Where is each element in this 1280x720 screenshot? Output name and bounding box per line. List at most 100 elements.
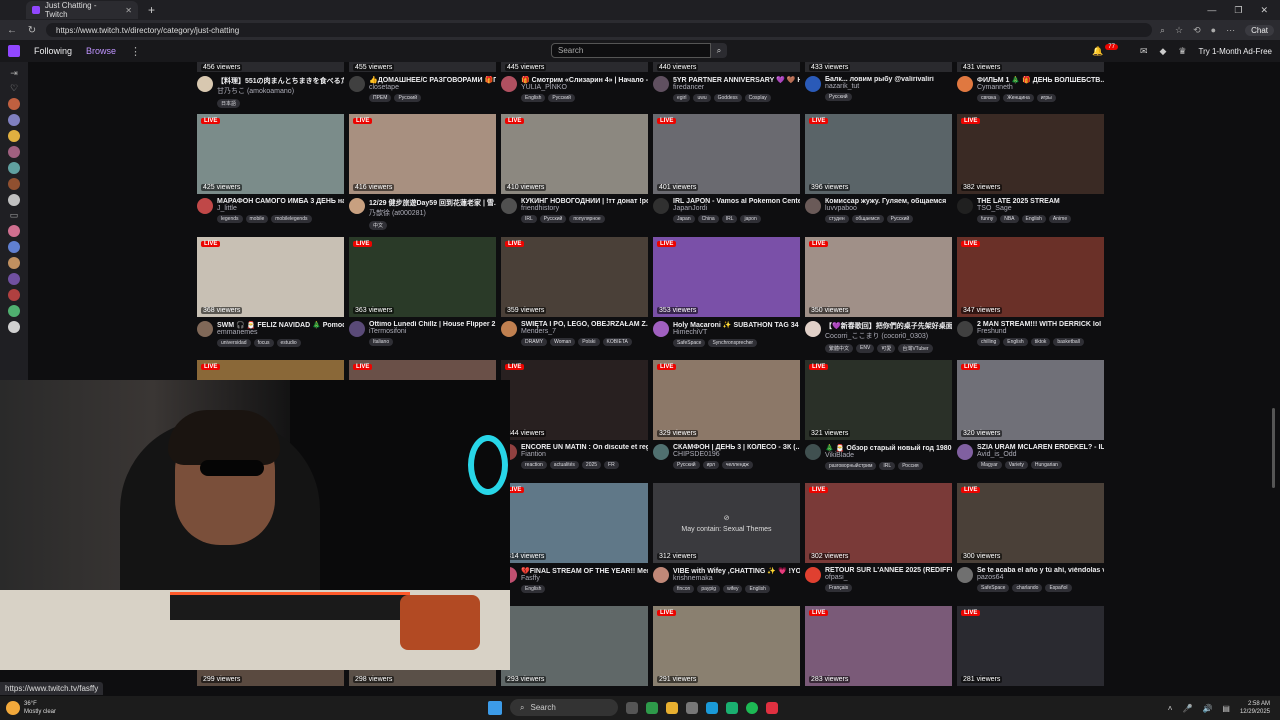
avatar[interactable] [197,321,213,337]
stream-tag[interactable]: 台灣VTuber [898,344,933,353]
channel-name[interactable]: J_little [217,205,344,212]
stream-card[interactable]: LIVE 321 viewers 🎄 🎅 Обзор старый новый го… [805,360,952,483]
avatar[interactable] [653,198,669,214]
stream-thumbnail[interactable]: LIVE 300 viewers [957,483,1104,563]
minimize-button[interactable]: — [1207,5,1216,16]
stream-tag[interactable]: IRL [521,215,537,223]
avatar[interactable]: ● [1211,25,1216,35]
channel-name[interactable]: Menders_7 [521,328,648,335]
stream-thumbnail[interactable]: LIVE 416 viewers [349,114,496,194]
stream-card[interactable]: LIVE 300 viewers Se te acaba el año y tú a… [957,483,1104,606]
stream-tag[interactable]: Hungarian [1030,461,1062,469]
channel-name[interactable]: JapanJordi [673,205,800,212]
avatar[interactable] [957,567,973,583]
channel-name[interactable]: Cymanneth [977,84,1104,91]
channel-name[interactable]: Fasffy [521,575,648,582]
network-icon[interactable]: ▤ [1222,704,1230,713]
store-icon[interactable] [686,701,698,714]
stream-tag[interactable]: 繁體中文 [825,344,854,353]
stream-card[interactable]: 431 viewers ФИЛЬМ 1 🎄 🎁 ДЕНЬ ВОЛШЕБСТВ...… [957,62,1104,114]
avatar[interactable] [957,76,973,92]
stream-thumbnail[interactable]: LIVE 401 viewers [653,114,800,194]
channel-name[interactable]: ofpasi_ [825,574,952,581]
stream-tag[interactable]: Japan [673,215,695,223]
channel-name[interactable]: iTermosifoni [369,328,496,335]
stream-tag[interactable]: English [745,585,770,593]
stream-card[interactable]: LIVE 350 viewers 【💜新春歌回】把你們的桌子先架好桌面... Coco… [805,237,952,360]
stream-thumbnail[interactable]: LIVE 291 viewers [653,606,800,686]
stream-tag[interactable]: игры [1036,94,1056,102]
tray-chevron-icon[interactable]: ˄ [1168,704,1173,713]
stream-tag[interactable]: actualités [549,461,579,469]
stream-card[interactable]: 433 viewers Балк... ловим рыбу @valirival… [805,62,952,114]
stream-title[interactable]: 【💜新春歌回】把你們的桌子先架好桌面... [825,321,952,331]
stream-thumbnail[interactable]: 445 viewers [501,62,648,72]
stream-tag[interactable]: tiktok [1030,338,1051,346]
stream-thumbnail[interactable]: LIVE 350 viewers [805,237,952,317]
whispers-icon[interactable]: ✉ [1140,46,1148,57]
stream-title[interactable]: SZIA URAM MCLAREN ÉRDEKEL? - ILE... [977,444,1104,451]
stream-title[interactable]: VIBE with Wifey ,CHATTING ✨ 💗 !YO... [673,567,800,575]
stream-thumbnail[interactable]: 433 viewers [805,62,952,72]
browse-link[interactable]: Browse [86,46,116,56]
channel-name[interactable]: nazarik_tut [825,83,934,90]
channel-name[interactable]: TSO_Sage [977,205,1071,212]
more-menu-icon[interactable]: ⋯ [1226,25,1235,36]
clock[interactable]: 2:58 AM 12/29/2025 [1240,700,1270,716]
channel-name[interactable]: firedancer [673,84,800,91]
stream-tag[interactable]: IRL [721,215,738,223]
stream-tag[interactable]: paypig [697,585,721,593]
back-icon[interactable]: ← [6,25,18,36]
stream-tag[interactable]: mobile [245,215,269,223]
stream-card[interactable]: LIVE 425 viewers МАРАФОН САМОГО ИМБА 3 ДЕН… [197,114,344,237]
stream-title[interactable]: 5YR PARTNER ANNIVERSARY 💜 🤎 HO... [673,76,800,84]
channel-name[interactable]: Fiantion [521,451,648,458]
stream-title[interactable]: МАРАФОН САМОГО ИМБА 3 ДЕНЬ на... [217,198,344,205]
stream-thumbnail[interactable]: LIVE 368 viewers [197,237,344,317]
stream-card[interactable]: LIVE 291 viewers [653,606,800,696]
stream-tag[interactable]: Français [825,584,853,592]
stream-tag[interactable]: Русский [825,93,852,101]
close-window-button[interactable]: ✕ [1260,5,1268,16]
history-icon[interactable]: ⟲ [1193,25,1201,36]
stream-thumbnail[interactable]: LIVE 353 viewers [653,237,800,317]
volume-icon[interactable]: 🔊 [1202,704,1212,713]
stream-tag[interactable]: English [1003,338,1028,346]
channel-name[interactable]: Freshund [977,328,1101,335]
stream-card[interactable]: LIVE 363 viewers Ottimo Lunedì Chillz | Ho… [349,237,496,360]
stream-tag[interactable]: Русский [548,94,575,102]
expand-sidebar-icon[interactable]: ⇥ [10,68,18,79]
stream-thumbnail[interactable]: LIVE 344 viewers [501,360,648,440]
stream-tag[interactable]: SafeSpace [673,339,706,347]
stream-title[interactable]: СКАМФОН | ДЕНЬ 3 | КОЛЕСО - ЗК (... [673,444,800,451]
channel-name[interactable]: HimechiVT [673,329,800,336]
stream-tag[interactable]: China [697,215,719,223]
stream-tag[interactable]: FR [604,461,619,469]
stream-title[interactable]: RETOUR SUR L'ANNÉE 2025 (REDIFFUS... [825,567,952,574]
stream-card[interactable]: 440 viewers 5YR PARTNER ANNIVERSARY 💜 🤎 H… [653,62,800,114]
stream-tag[interactable]: focus [253,339,274,347]
stream-thumbnail[interactable]: 456 viewers [197,62,344,72]
stream-card[interactable]: LIVE 329 viewers СКАМФОН | ДЕНЬ 3 | КОЛЕСО… [653,360,800,483]
stream-tag[interactable]: basketball [1053,338,1084,346]
channel-name[interactable]: pazos64 [977,574,1104,581]
channel-name[interactable]: CHIPSDE0196 [673,451,800,458]
avatar[interactable] [957,321,973,337]
stream-tag[interactable]: funny [977,215,998,223]
stream-card[interactable]: ⊘ May contain: Sexual Themes 312 viewers VI… [653,483,800,606]
avatar[interactable] [501,76,517,92]
stream-tag[interactable]: Русский [394,94,421,102]
stream-tag[interactable]: связка [977,94,1001,102]
stream-card[interactable]: LIVE 283 viewers [805,606,952,696]
more-options-icon[interactable]: ⋮ [130,45,141,58]
channel-name[interactable]: luvvpaboo [825,205,946,212]
avatar[interactable] [197,76,213,92]
avatar[interactable] [653,321,669,337]
stream-card[interactable]: LIVE 368 viewers SWM 🎧 🎅 FELIZ NAVIDAD 🎄 P… [197,237,344,360]
stream-title[interactable]: Ottimo Lunedì Chillz | House Flipper 2 [… [369,321,496,328]
stream-tag[interactable]: 可愛 [877,344,896,353]
stream-title[interactable]: 🎄 🎅 Обзор старый новый год 1980 !!... [825,444,952,452]
stream-title[interactable]: 💔FINAL STREAM OF THE YEAR!! Mem... [521,567,648,575]
following-link[interactable]: Following [34,46,72,56]
twitch-logo-icon[interactable] [8,45,20,57]
